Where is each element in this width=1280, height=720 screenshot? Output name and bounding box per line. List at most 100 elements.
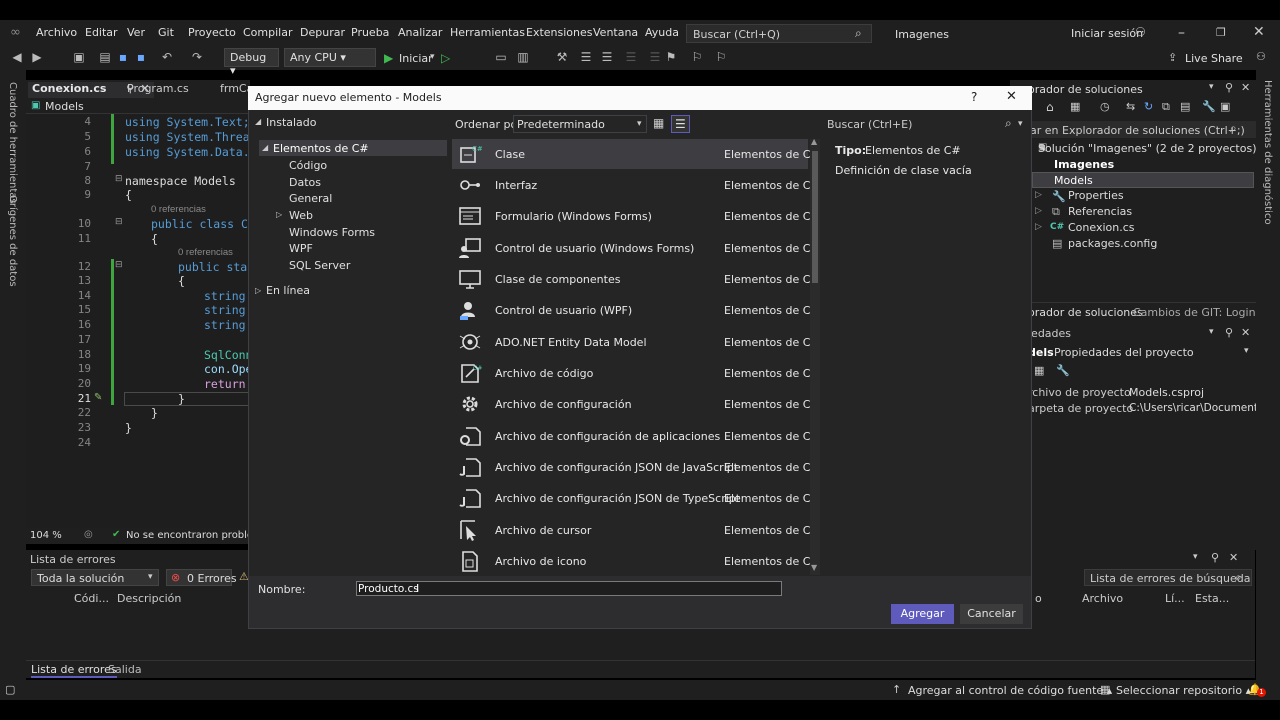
scroll-down-icon[interactable]: ▼ bbox=[811, 563, 817, 572]
tree-codigo[interactable]: Código bbox=[289, 159, 327, 172]
property-pages-icon[interactable]: 🔧 bbox=[1056, 364, 1070, 377]
forward-icon[interactable]: ▶ bbox=[30, 50, 44, 64]
expanded-icon[interactable]: ◢ bbox=[255, 117, 261, 126]
expand-icon[interactable]: ▷ bbox=[1035, 222, 1042, 232]
panel-menu-icon[interactable]: ▾ bbox=[1209, 327, 1214, 337]
code-lens-refs[interactable]: 0 referencias bbox=[151, 204, 206, 215]
collapse-all-icon[interactable]: ⧉ bbox=[1162, 100, 1170, 114]
signin-link[interactable]: Iniciar sesión bbox=[1071, 27, 1143, 40]
template-item-component[interactable]: Clase de componentes Elementos de C# bbox=[452, 264, 820, 294]
pin-icon[interactable]: ⚲ bbox=[1225, 326, 1233, 339]
config-select[interactable]: Debug ▾ bbox=[224, 48, 279, 77]
scroll-up-icon[interactable]: ▲ bbox=[811, 137, 817, 146]
back-icon[interactable]: ◀ bbox=[10, 50, 24, 64]
tab-error-list[interactable]: Lista de errores bbox=[31, 663, 117, 678]
template-item-icon[interactable]: Archivo de icono Elementos de C# bbox=[452, 546, 820, 576]
collapse-icon[interactable]: ⊟ bbox=[115, 260, 123, 270]
toolbox-tab[interactable]: Cuadro de herramientas bbox=[7, 82, 18, 204]
live-share-icon[interactable]: ⇪ bbox=[1168, 51, 1177, 64]
solution-root[interactable]: Solución "Imagenes" (2 de 2 proyectos) bbox=[1038, 142, 1257, 155]
template-item-interfaz[interactable]: Interfaz Elementos de C# bbox=[452, 170, 820, 200]
template-item-cursor[interactable]: Archivo de cursor Elementos de C# bbox=[452, 515, 820, 545]
start-dropdown-icon[interactable]: ▾ bbox=[430, 52, 435, 62]
menu-analizar[interactable]: Analizar bbox=[398, 26, 442, 39]
home-icon[interactable]: ⌂ bbox=[1046, 100, 1054, 114]
tab-solution-explorer[interactable]: orador de soluciones bbox=[1028, 306, 1143, 319]
menu-ver[interactable]: Ver bbox=[127, 26, 145, 39]
restore-button[interactable]: ❐ bbox=[1216, 26, 1226, 39]
close-window-button[interactable]: ✕ bbox=[1253, 24, 1265, 40]
copilot-icon[interactable]: ◎ bbox=[84, 529, 93, 540]
help-button[interactable]: ? bbox=[971, 90, 977, 104]
show-all-icon[interactable]: ▤ bbox=[1180, 100, 1190, 113]
col-line[interactable]: Lí... bbox=[1165, 592, 1185, 605]
add-button[interactable]: Agregar bbox=[891, 604, 954, 624]
sort-select[interactable]: Predeterminado ▾ bbox=[513, 115, 647, 133]
comment-icon[interactable]: ☰ bbox=[579, 50, 593, 64]
account-icon[interactable]: ⚇ bbox=[1135, 25, 1146, 39]
tree-general[interactable]: General bbox=[289, 192, 332, 205]
errors-filter-button[interactable]: ⊗ 0 Errores bbox=[166, 569, 237, 586]
bookmark-next-icon[interactable]: ⚐ bbox=[714, 50, 728, 64]
scrollbar-thumb[interactable] bbox=[812, 151, 818, 283]
template-item-app-config[interactable]: Archivo de configuración de aplicaciones… bbox=[452, 421, 820, 451]
menu-ventana[interactable]: Ventana bbox=[593, 26, 638, 39]
dialog-search-input[interactable]: Buscar (Ctrl+E) ⌕ ▾ bbox=[823, 115, 1027, 133]
list-view-button[interactable]: ☰ bbox=[671, 115, 690, 133]
outdent-icon[interactable]: ☰ bbox=[648, 50, 662, 64]
add-source-control-button[interactable]: Agregar al control de código fuente ▴ bbox=[908, 684, 1112, 697]
switch-views-icon[interactable]: ▦ bbox=[1070, 100, 1080, 113]
save-all-icon[interactable]: ▪ bbox=[134, 50, 148, 64]
bookmark-prev-icon[interactable]: ⚐ bbox=[690, 50, 704, 64]
name-input[interactable]: Producto.cs bbox=[356, 581, 782, 596]
item-properties[interactable]: Properties bbox=[1068, 189, 1124, 202]
tree-sql-server[interactable]: SQL Server bbox=[289, 259, 350, 272]
error-scope-select[interactable]: Toda la solución ▾ bbox=[31, 569, 159, 586]
tree-installed[interactable]: Instalado bbox=[266, 116, 317, 129]
menu-prueba[interactable]: Prueba bbox=[351, 26, 389, 39]
menu-extensiones[interactable]: Extensiones bbox=[526, 26, 593, 39]
bookmark-icon[interactable]: ⚑ bbox=[664, 50, 678, 64]
feedback-icon[interactable]: ⚇ bbox=[1256, 50, 1266, 63]
global-search-input[interactable]: Buscar (Ctrl+Q) ⌕ bbox=[686, 24, 872, 43]
item-referencias[interactable]: Referencias bbox=[1068, 205, 1132, 218]
collapse-icon[interactable]: ⊟ bbox=[115, 217, 123, 227]
preview-icon[interactable]: ▣ bbox=[1220, 100, 1230, 113]
list-scrollbar[interactable]: ▲ ▼ bbox=[810, 137, 820, 575]
start-icon[interactable]: ▶ bbox=[384, 51, 393, 65]
menu-editar[interactable]: Editar bbox=[85, 26, 118, 39]
panel-menu-icon[interactable]: ▾ bbox=[1209, 82, 1214, 92]
collapse-icon[interactable]: ⊟ bbox=[115, 174, 123, 184]
item-conexion[interactable]: Conexion.cs bbox=[1068, 221, 1135, 234]
template-item-user-control[interactable]: Control de usuario (Windows Forms) Eleme… bbox=[452, 233, 820, 263]
menu-git[interactable]: Git bbox=[158, 26, 174, 39]
template-item-json-ts[interactable]: Archivo de configuración JSON de TypeScr… bbox=[452, 483, 820, 513]
panel-close-icon[interactable]: ✕ bbox=[1229, 551, 1238, 564]
datasources-tab[interactable]: Orígenes de datos bbox=[7, 195, 18, 287]
platform-select[interactable]: Any CPU ▾ bbox=[284, 48, 376, 67]
collapsed-icon[interactable]: ▷ bbox=[276, 210, 282, 219]
solution-search-input[interactable]: ar en Explorador de soluciones (Ctrl+;) … bbox=[1010, 121, 1256, 138]
folder-icon[interactable]: ▭ bbox=[494, 50, 508, 64]
menu-ayuda[interactable]: Ayuda bbox=[645, 26, 679, 39]
pin-icon[interactable]: ⚲ bbox=[1225, 81, 1233, 94]
pin-icon[interactable]: ⚲ bbox=[1211, 551, 1219, 564]
uncomment-icon[interactable]: ☰ bbox=[600, 50, 614, 64]
tools-icon[interactable]: ⚒ bbox=[555, 50, 569, 64]
menu-depurar[interactable]: Depurar bbox=[300, 26, 345, 39]
refresh-icon[interactable]: ↻ bbox=[1144, 100, 1153, 113]
template-item-form[interactable]: Formulario (Windows Forms) Elementos de … bbox=[452, 201, 820, 231]
menu-archivo[interactable]: Archivo bbox=[36, 26, 77, 39]
undo-icon[interactable]: ↶ bbox=[160, 50, 174, 64]
zoom-level[interactable]: 104 % bbox=[30, 530, 62, 541]
tab-program[interactable]: Program.cs bbox=[123, 82, 193, 98]
new-project-icon[interactable]: ▣ bbox=[72, 50, 86, 64]
panel-close-icon[interactable]: ✕ bbox=[1241, 326, 1250, 339]
select-repo-button[interactable]: Seleccionar repositorio ▴ bbox=[1116, 684, 1251, 697]
tab-git-changes[interactable]: Cambios de GIT: Login2... bbox=[1133, 306, 1273, 319]
grid-view-icon[interactable]: ▦ bbox=[653, 116, 664, 130]
properties-wrench-icon[interactable]: 🔧 bbox=[1202, 100, 1216, 113]
col-code[interactable]: Códi... bbox=[74, 592, 109, 605]
tree-csharp-selected[interactable]: ◢ Elementos de C# bbox=[259, 140, 447, 156]
tree-online[interactable]: En línea bbox=[266, 284, 310, 297]
